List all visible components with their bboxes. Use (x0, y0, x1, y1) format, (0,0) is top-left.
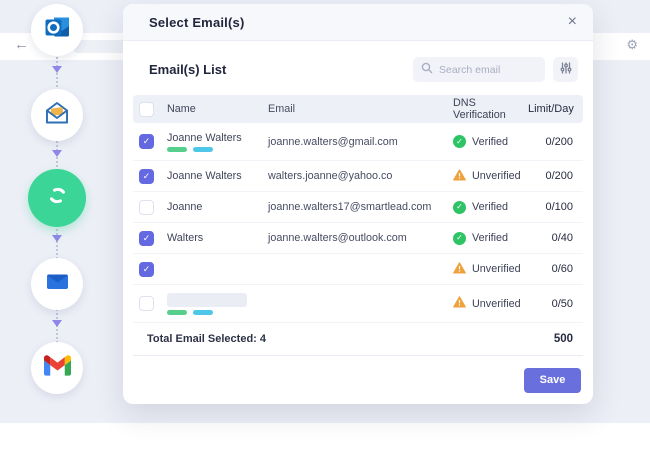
flow-step-outlook[interactable] (31, 4, 83, 56)
search-icon (421, 61, 433, 79)
close-icon[interactable]: × (568, 14, 577, 30)
select-all-checkbox[interactable] (139, 102, 154, 117)
row-checkbox[interactable]: ✓ (139, 231, 154, 246)
total-selected-label: Total Email Selected: 4 (147, 333, 266, 345)
sliders-icon (560, 61, 572, 79)
name-placeholder (167, 293, 247, 307)
warning-triangle-icon (453, 296, 466, 311)
back-arrow-icon[interactable]: ← (14, 36, 29, 53)
cell-name: Walters (167, 232, 268, 244)
row-checkbox[interactable]: ✓ (139, 134, 154, 149)
modal-footer: Save (123, 356, 593, 404)
list-title: Email(s) List (149, 62, 226, 77)
modal-title: Select Email(s) (149, 15, 245, 30)
search-input-wrapper (413, 57, 545, 82)
gear-icon[interactable]: ⚙ (626, 37, 638, 53)
envelope-icon (44, 268, 71, 300)
column-header-dns: DNS Verification (453, 97, 528, 121)
total-limit-value: 500 (554, 333, 573, 345)
dns-status: Unverified (472, 298, 521, 310)
sync-arrows-icon (44, 182, 71, 214)
modal-header: Select Email(s) × (123, 4, 593, 41)
summary-row: Total Email Selected: 4 500 (133, 323, 583, 356)
tag-bars (167, 147, 268, 152)
select-emails-modal: Select Email(s) × Email(s) List (123, 4, 593, 404)
flow-arrow-icon (52, 320, 62, 327)
verified-check-icon: ✓ (453, 232, 466, 245)
dns-status: Verified (472, 201, 508, 213)
cell-limit: 0/200 (528, 170, 573, 182)
flow-step-sync[interactable] (28, 169, 86, 227)
cell-email: joanne.walters@outlook.com (268, 232, 453, 244)
flow-step-email[interactable] (31, 258, 83, 310)
cell-name: Joanne Walters (167, 170, 268, 182)
cell-email: joanne.walters17@smartlead.com (268, 201, 453, 213)
dns-status: Unverified (472, 170, 521, 182)
row-checkbox[interactable] (139, 296, 154, 311)
cell-limit: 0/40 (528, 232, 573, 244)
flow-arrow-icon (52, 66, 62, 73)
table-row: ✓ Joanne Walters joanne.walters@gmail.co… (133, 123, 583, 161)
column-header-email: Email (268, 103, 453, 115)
table-row: ✓ Unverified 0/60 (133, 254, 583, 285)
save-button[interactable]: Save (524, 368, 581, 393)
flow-arrow-icon (52, 150, 62, 157)
row-checkbox[interactable] (139, 200, 154, 215)
tag-bars (167, 310, 268, 315)
column-header-limit: Limit/Day (528, 103, 573, 115)
emails-table: Name Email DNS Verification Limit/Day ✓ … (133, 95, 583, 323)
cell-email: walters.joanne@yahoo.co (268, 170, 453, 182)
table-row: ✓ Walters joanne.walters@outlook.com ✓ V… (133, 223, 583, 254)
gmail-icon (44, 355, 71, 381)
row-checkbox[interactable]: ✓ (139, 169, 154, 184)
table-header-row: Name Email DNS Verification Limit/Day (133, 95, 583, 123)
flow-arrow-icon (52, 235, 62, 242)
filter-button[interactable] (553, 57, 578, 82)
search-input[interactable] (439, 64, 537, 76)
dns-status: Verified (472, 232, 508, 244)
dns-status: Unverified (472, 263, 521, 275)
column-header-name: Name (167, 103, 268, 115)
table-row: ✓ Joanne Walters walters.joanne@yahoo.co… (133, 161, 583, 192)
flow-step-open-email[interactable] (31, 89, 83, 141)
verified-check-icon: ✓ (453, 135, 466, 148)
warning-triangle-icon (453, 169, 466, 184)
cell-name: Joanne Walters (167, 132, 268, 144)
cell-limit: 0/50 (528, 298, 573, 310)
row-checkbox[interactable]: ✓ (139, 262, 154, 277)
app-bottom-bar (0, 423, 650, 451)
cell-limit: 0/60 (528, 263, 573, 275)
cell-name: Joanne (167, 201, 268, 213)
table-row: Joanne joanne.walters17@smartlead.com ✓ … (133, 192, 583, 223)
cell-limit: 0/200 (528, 136, 573, 148)
cell-email: joanne.walters@gmail.com (268, 136, 453, 148)
table-row: Unverified 0/50 (133, 285, 583, 323)
outlook-icon (44, 14, 71, 46)
cell-limit: 0/100 (528, 201, 573, 213)
flow-step-gmail[interactable] (31, 342, 83, 394)
verified-check-icon: ✓ (453, 201, 466, 214)
dns-status: Verified (472, 136, 508, 148)
warning-triangle-icon (453, 262, 466, 277)
open-envelope-icon (43, 99, 71, 132)
